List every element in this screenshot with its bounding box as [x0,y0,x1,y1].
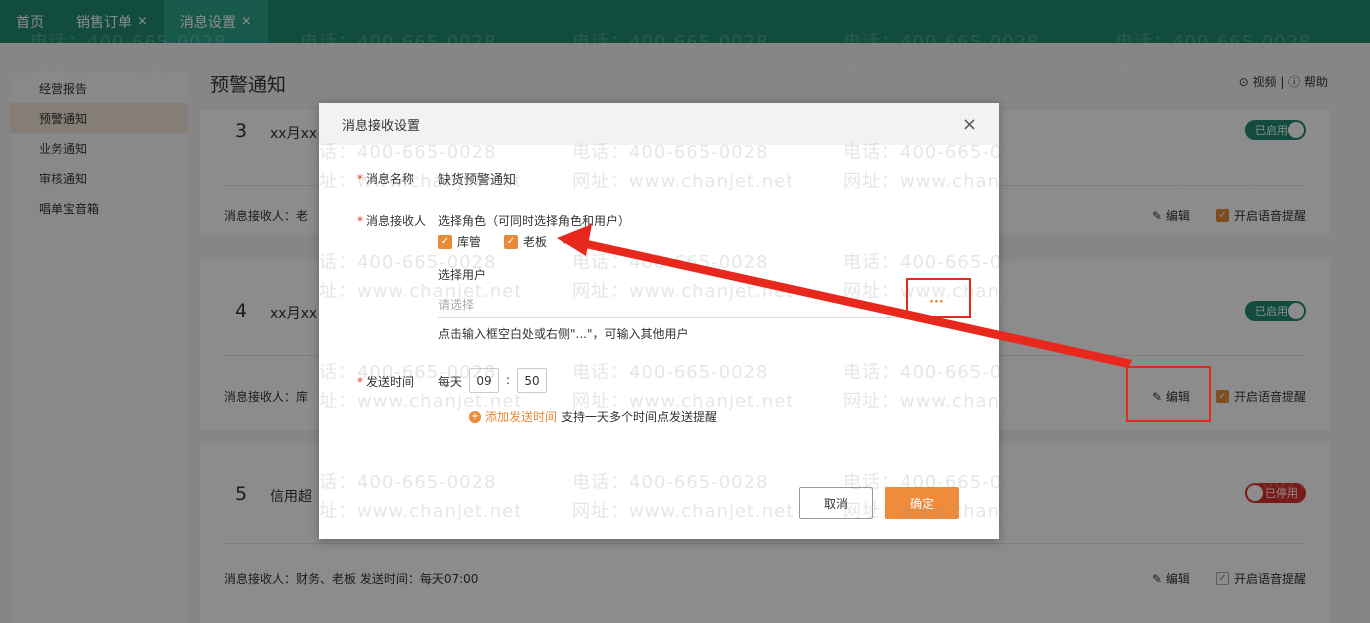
plus-circle-icon[interactable]: + [469,410,481,423]
receiver-label: * 消息接收人 [357,212,426,229]
time-separator: : [506,373,511,387]
required-mark: * [357,375,363,389]
add-time-hint: 支持一天多个时间点发送提醒 [561,410,718,424]
checkbox-checked-icon: ✓ [504,234,518,249]
role-hint: 选择角色（可同时选择角色和用户） [438,214,631,228]
checkbox-checked-icon: ✓ [438,234,452,249]
time-label: * 发送时间 [357,373,414,390]
user-select-input[interactable] [438,292,972,318]
message-receive-settings-dialog: 消息接收设置 × * 消息名称 缺货预警通知 * 消息接收人 选择角色（可同时选择角… [319,103,999,539]
required-mark: * [357,214,363,228]
close-icon[interactable]: × [962,114,977,135]
user-hint: 点击输入框空白处或右侧"..."，可输入其他用户 [438,327,689,341]
cancel-button[interactable]: 取消 [799,487,873,519]
add-send-time-link[interactable]: 添加发送时间 [485,408,557,425]
name-label: * 消息名称 [357,170,414,187]
minute-input[interactable] [517,368,547,393]
label-text: 发送时间 [366,375,415,389]
confirm-button[interactable]: 确定 [885,487,959,519]
dialog-title: 消息接收设置 [342,118,421,134]
time-prefix: 每天 [438,375,463,389]
role-label: 库管 [457,235,482,249]
role-checkbox-stock-keeper[interactable]: ✓ 库管 [438,233,481,250]
dialog-header: 消息接收设置 × [319,103,999,145]
required-mark: * [357,172,363,186]
hour-input[interactable] [469,368,499,393]
annotation-box-edit [1126,366,1211,422]
label-text: 消息名称 [366,172,415,186]
annotation-box-more-users [906,278,971,318]
add-send-time: + 添加发送时间 支持一天多个时间点发送提醒 [469,408,717,425]
role-label: 老板 [523,235,548,249]
label-text: 消息接收人 [366,214,427,228]
name-value: 缺货预警通知 [438,173,517,188]
role-checkbox-boss[interactable]: ✓ 老板 [504,233,547,250]
user-label: 选择用户 [438,268,487,282]
